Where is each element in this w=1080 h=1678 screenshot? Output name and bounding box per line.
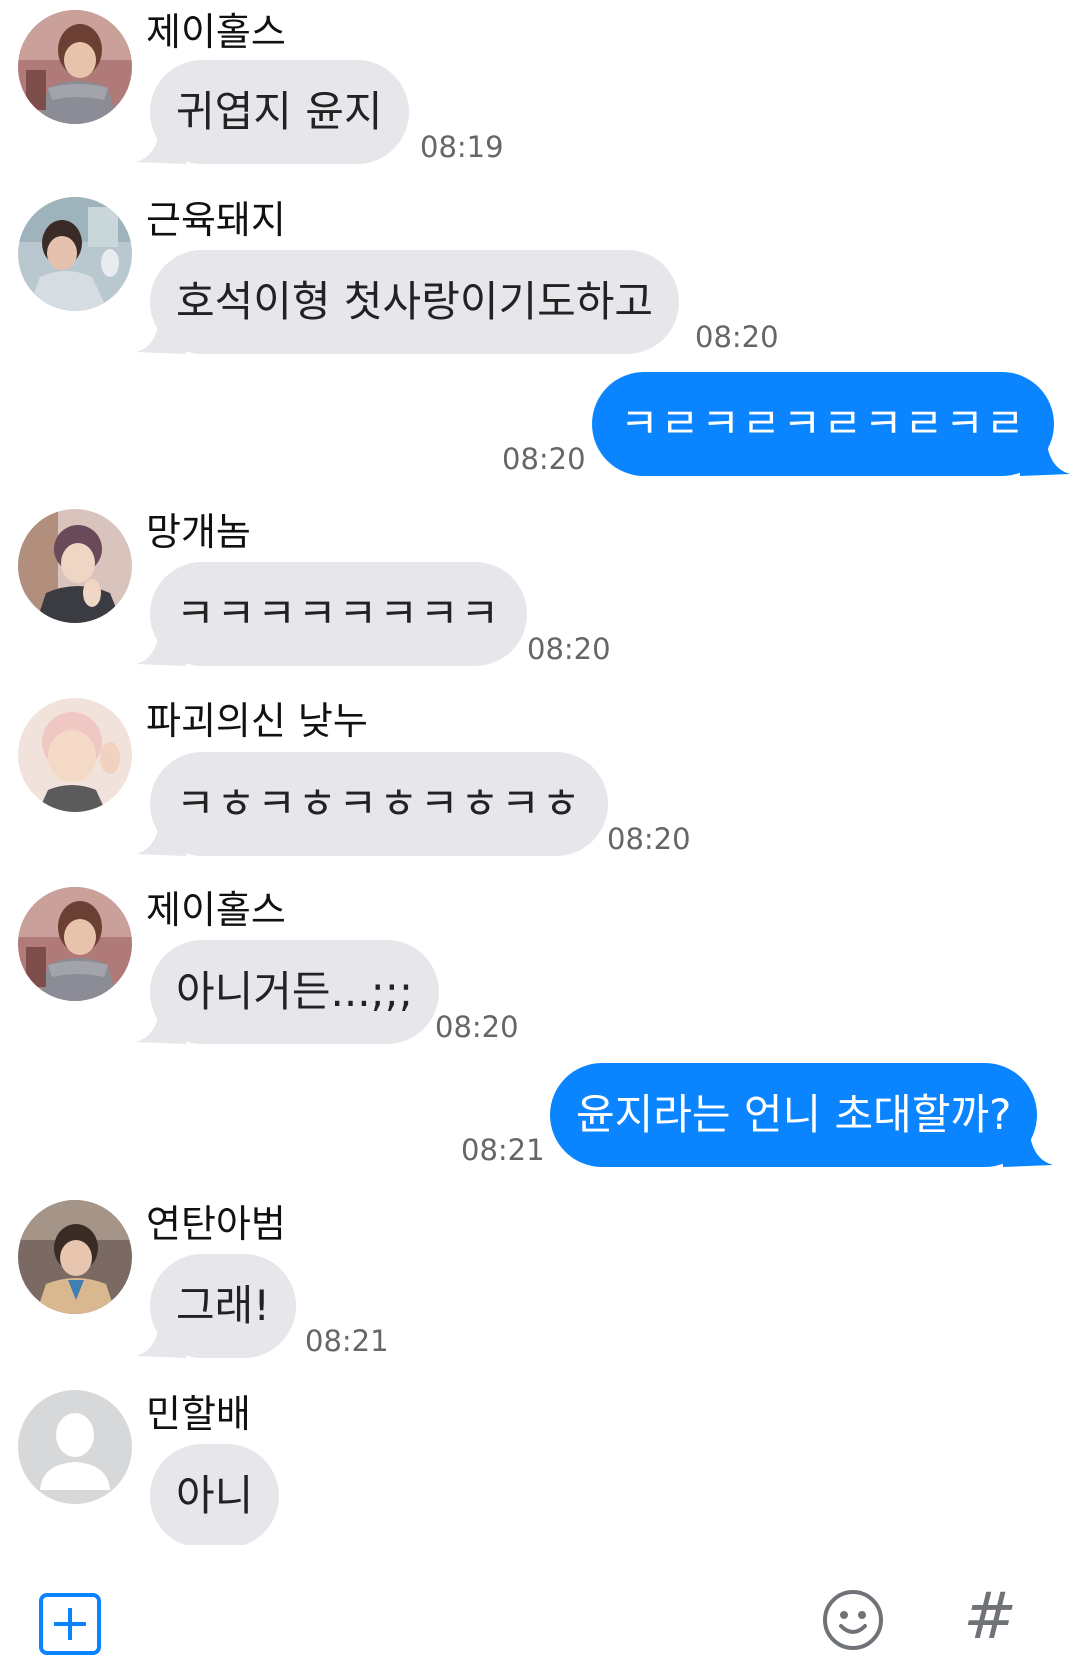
sender-name: 제이홀스 — [146, 888, 286, 932]
avatar-jimin-icon[interactable] — [18, 509, 132, 623]
plus-square-icon[interactable] — [39, 1593, 101, 1655]
default-profile-icon[interactable] — [18, 1390, 132, 1504]
message-timestamp: 08:21 — [461, 1133, 545, 1167]
message-text: 아니 — [150, 1444, 280, 1545]
avatar-jhope-icon[interactable] — [18, 887, 132, 1001]
sender-name: 민할배 — [146, 1392, 251, 1436]
message-bubble-outgoing[interactable]: ㅋㄹㅋㄹㅋㄹㅋㄹㅋㄹ — [592, 372, 1071, 476]
message-bubble-incoming[interactable]: 귀엽지 윤지 — [136, 60, 409, 164]
message-bubble-incoming[interactable]: ㅋㅋㅋㅋㅋㅋㅋㅋ — [136, 562, 528, 666]
message-bubble-incoming[interactable]: 호석이형 첫사랑이기도하고 — [136, 250, 680, 354]
sender-name: 망개놈 — [146, 510, 251, 554]
sender-name: 제이홀스 — [146, 10, 286, 54]
message-bubble-incoming[interactable]: ㅋㅎㅋㅎㅋㅎㅋㅎㅋㅎ — [136, 752, 609, 856]
message-text: 아니거든...;;; — [150, 940, 440, 1044]
smiley-icon[interactable] — [821, 1588, 885, 1652]
chat-input-bar: # — [0, 1545, 1080, 1678]
avatar-namjoon-icon[interactable] — [18, 698, 132, 812]
message-timestamp: 08:21 — [305, 1324, 389, 1358]
message-bubble-incoming[interactable]: 아니거든...;;; — [136, 940, 440, 1044]
message-timestamp: 08:19 — [420, 130, 504, 164]
message-text: ㅋㅋㅋㅋㅋㅋㅋㅋ — [150, 562, 528, 666]
avatar-taehyung-icon[interactable] — [18, 1200, 132, 1314]
message-text: ㅋㅎㅋㅎㅋㅎㅋㅎㅋㅎ — [150, 752, 609, 856]
hashtag-button[interactable]: # — [960, 1581, 1020, 1653]
chat-message-list[interactable]: 제이홀스 귀엽지 윤지 08:19 근육돼지 호석이형 첫사랑이기도하고 08:… — [0, 0, 1080, 1545]
message-timestamp: 08:20 — [502, 442, 586, 476]
message-text: ㅋㄹㅋㄹㅋㄹㅋㄹㅋㄹ — [592, 372, 1055, 476]
avatar-jhope-icon[interactable] — [18, 10, 132, 124]
sender-name: 연탄아범 — [146, 1202, 286, 1246]
message-text: 윤지라는 언니 초대할까? — [550, 1063, 1038, 1167]
message-timestamp: 08:20 — [435, 1010, 519, 1044]
message-timestamp: 08:20 — [527, 632, 611, 666]
message-text: 호석이형 첫사랑이기도하고 — [150, 250, 680, 354]
message-bubble-incoming[interactable]: 그래! — [136, 1254, 297, 1358]
message-bubble-outgoing[interactable]: 윤지라는 언니 초대할까? — [550, 1063, 1054, 1167]
message-bubble-incoming[interactable]: 아니 — [150, 1444, 280, 1545]
sender-name: 파괴의신 낮누 — [146, 699, 368, 743]
sender-name: 근육돼지 — [146, 198, 286, 242]
message-text: 그래! — [150, 1254, 297, 1358]
message-text: 귀엽지 윤지 — [150, 60, 409, 164]
message-timestamp: 08:20 — [695, 320, 779, 354]
message-timestamp: 08:20 — [607, 822, 691, 856]
avatar-jungkook-icon[interactable] — [18, 197, 132, 311]
